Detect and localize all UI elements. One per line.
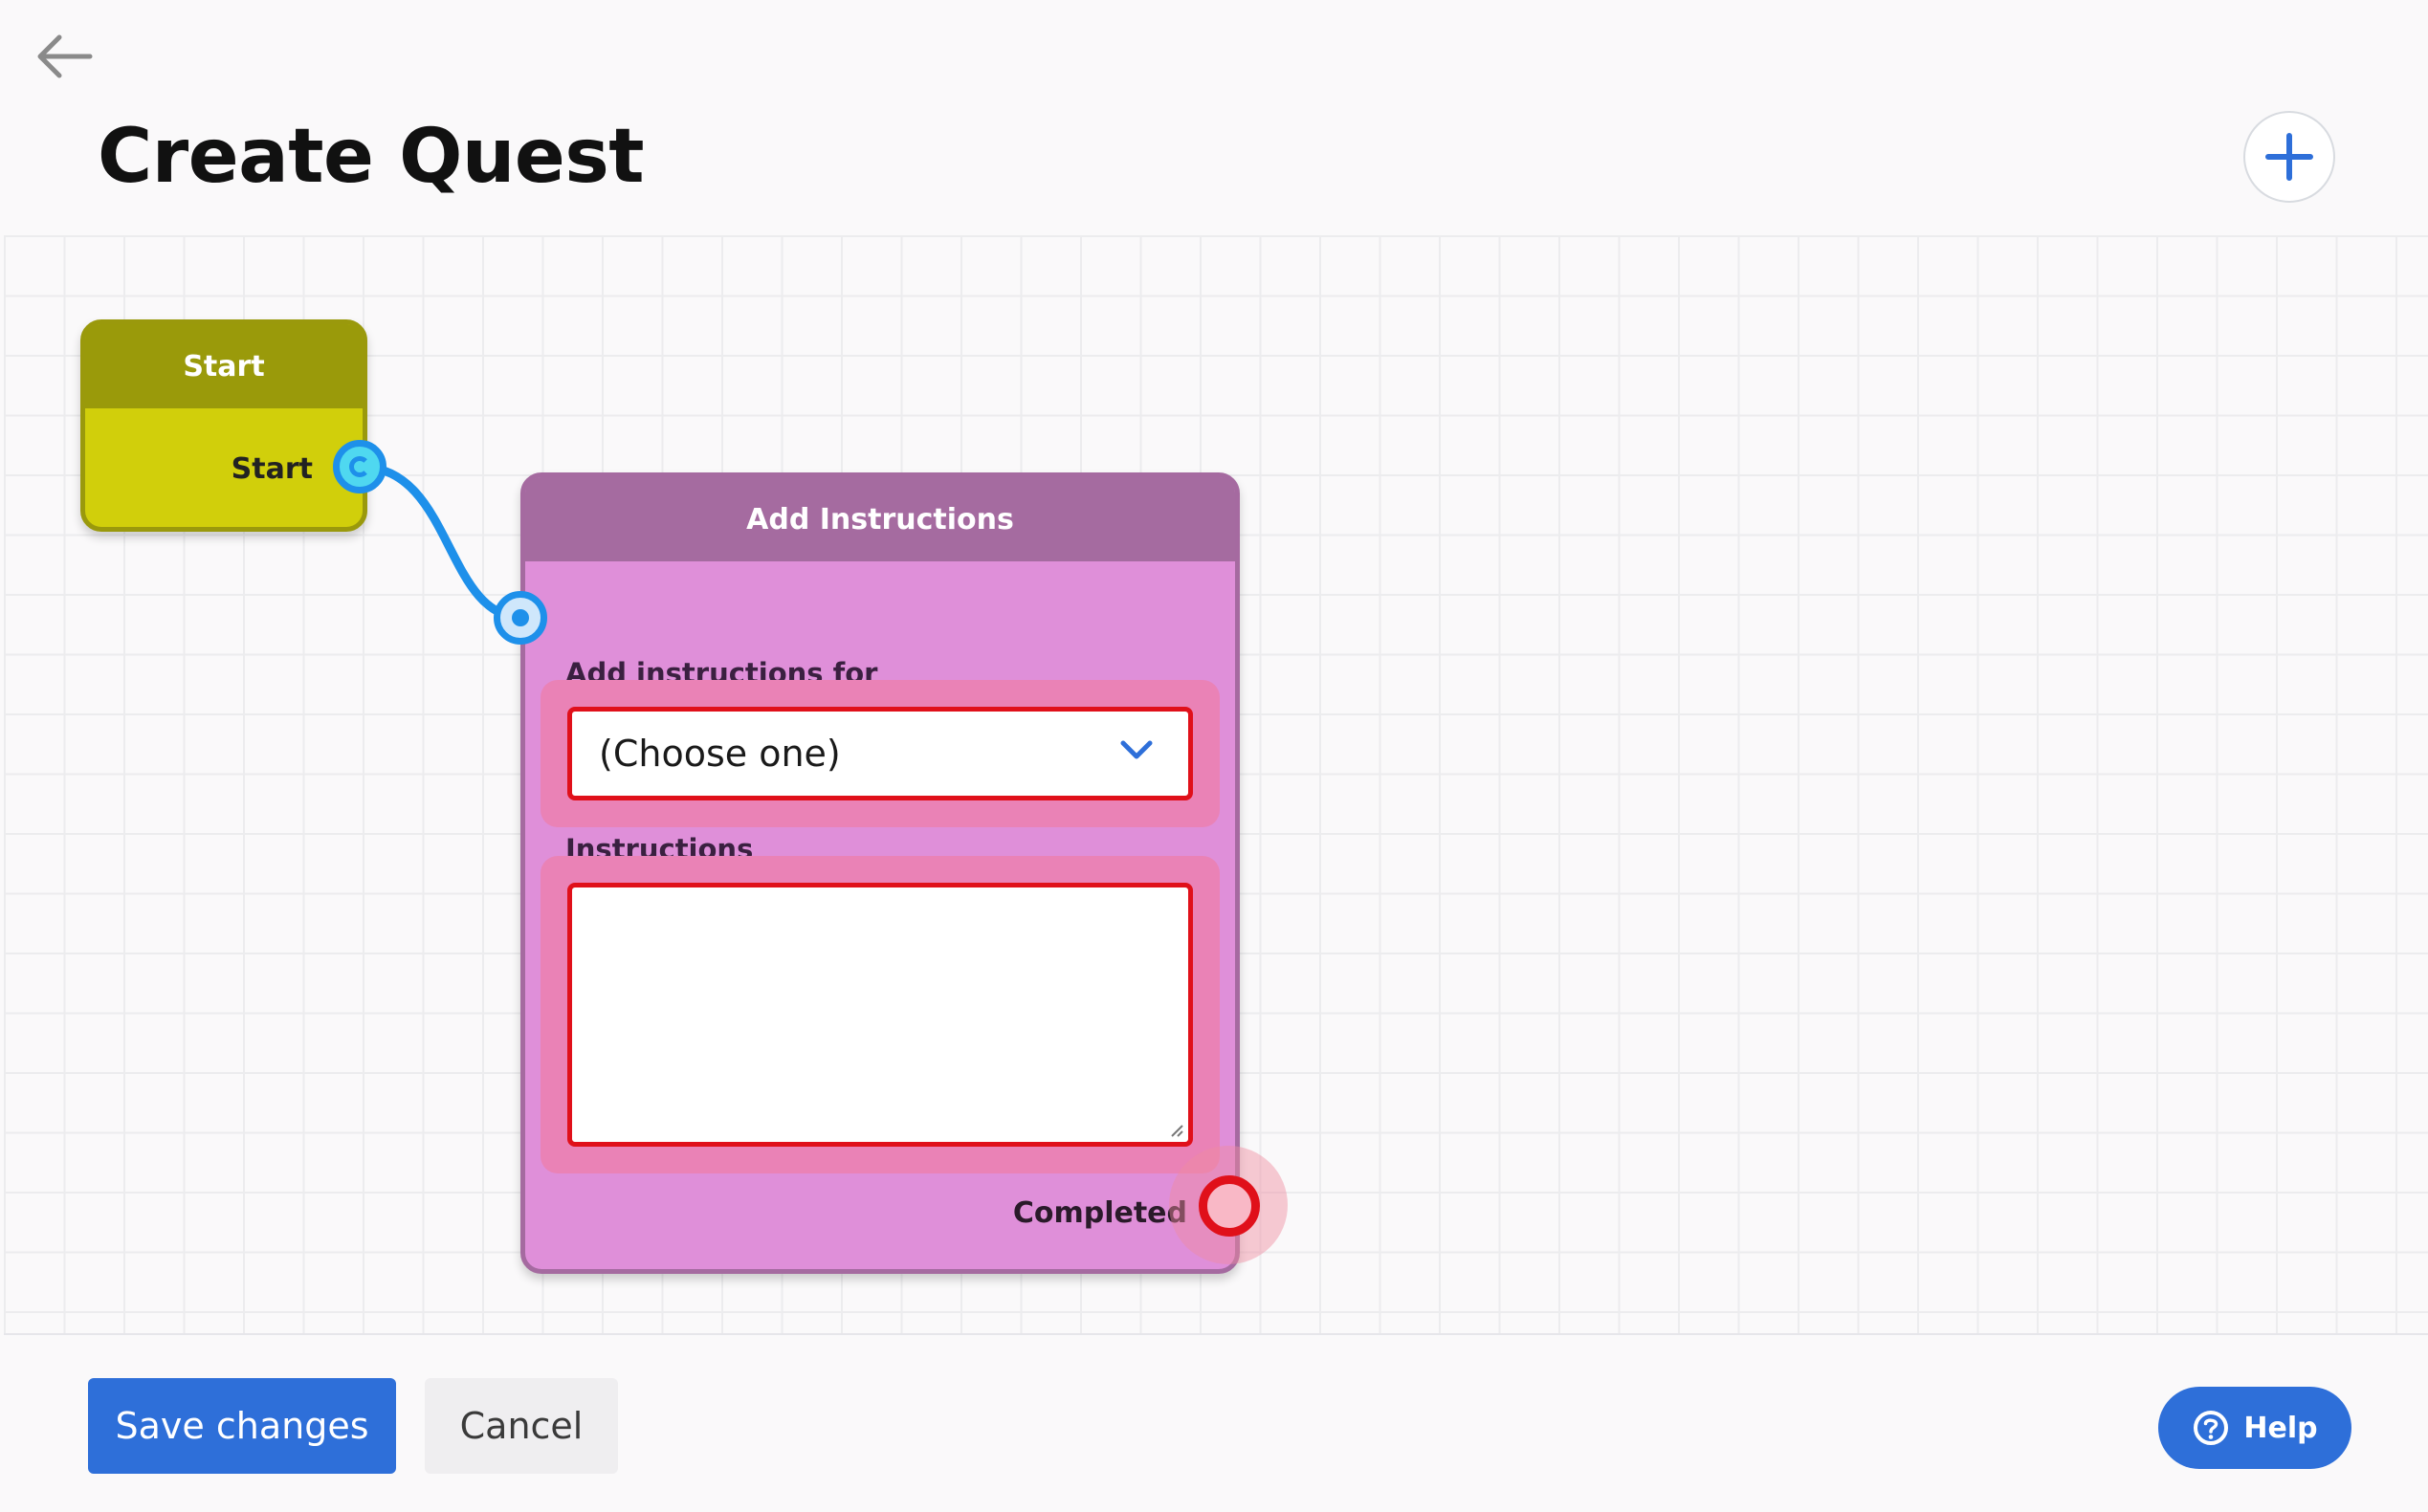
save-changes-button[interactable]: Save changes <box>88 1378 396 1474</box>
back-button[interactable] <box>31 27 98 86</box>
textarea-field-wrapper <box>541 856 1220 1173</box>
start-node[interactable]: Start Start <box>80 319 367 532</box>
add-instructions-node[interactable]: Add Instructions Add instructions for (C… <box>520 472 1240 1274</box>
chevron-down-icon <box>1120 740 1153 759</box>
cancel-button[interactable]: Cancel <box>425 1378 618 1474</box>
start-output-port[interactable] <box>333 440 386 493</box>
select-value: (Choose one) <box>599 733 841 775</box>
start-node-title: Start <box>85 324 363 408</box>
question-circle-icon <box>2194 1411 2229 1445</box>
arrow-left-icon <box>37 34 93 78</box>
plus-icon <box>2265 133 2313 181</box>
add-instructions-node-title: Add Instructions <box>525 477 1235 561</box>
start-output-label: Start <box>231 452 313 486</box>
select-field-wrapper: (Choose one) <box>541 680 1220 827</box>
instructions-textarea[interactable] <box>567 883 1193 1147</box>
add-node-button[interactable] <box>2243 111 2335 203</box>
add-instructions-input-port[interactable] <box>494 591 547 645</box>
add-instructions-for-select[interactable]: (Choose one) <box>567 707 1193 800</box>
help-button[interactable]: Help <box>2158 1387 2351 1469</box>
completed-output-port[interactable] <box>1199 1175 1260 1237</box>
completed-output-label: Completed <box>1012 1196 1187 1230</box>
resize-grip-icon[interactable] <box>1169 1123 1184 1138</box>
help-label: Help <box>2243 1411 2318 1445</box>
page-title: Create Quest <box>98 114 645 200</box>
